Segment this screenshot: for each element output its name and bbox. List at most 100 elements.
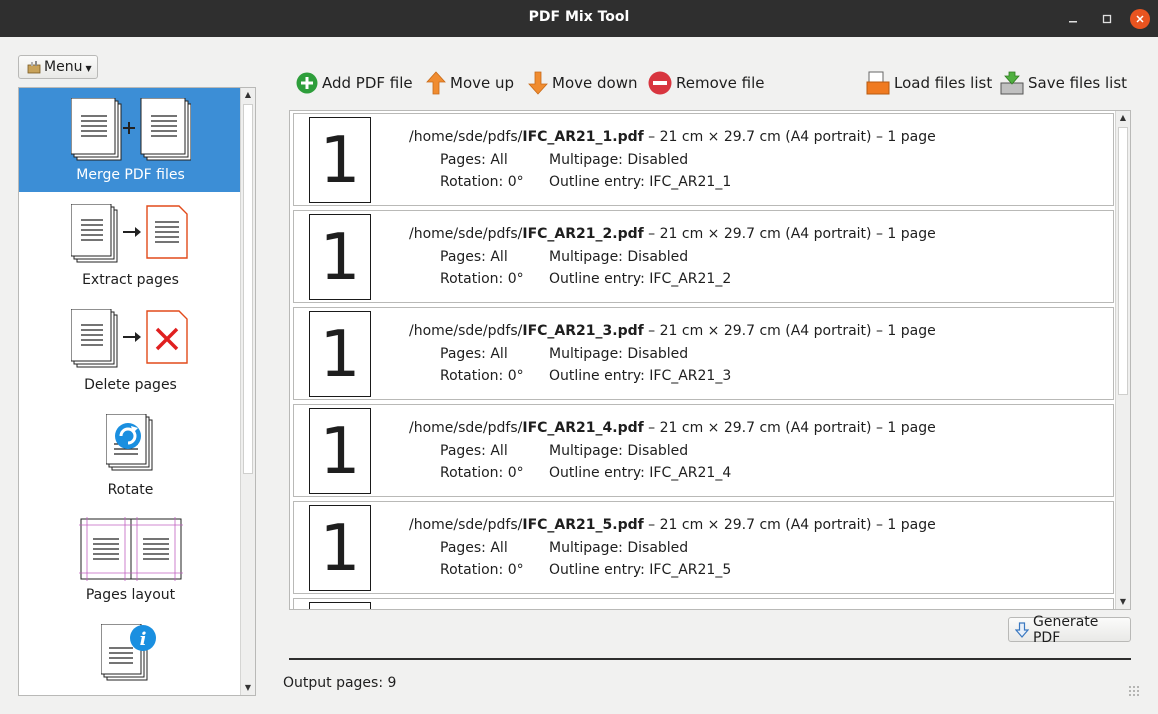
multipage-value: Multipage: Disabled: [549, 443, 689, 459]
save-files-list-button[interactable]: Save files list: [1000, 69, 1127, 97]
pages-value: Pages: All: [440, 540, 508, 556]
sidebar-item-rotate[interactable]: Rotate: [19, 402, 242, 507]
minimize-button[interactable]: [1063, 9, 1083, 29]
list-item[interactable]: 1 /home/sde/pdfs/IFC_AR21_5.pdf – 21 cm …: [293, 501, 1114, 594]
sidebar-item-merge[interactable]: Merge PDF files: [19, 88, 242, 192]
divider: [289, 658, 1131, 660]
page-thumbnail: [309, 602, 371, 609]
list-item[interactable]: [293, 598, 1114, 609]
rotation-value: Rotation: 0°: [440, 562, 524, 578]
move-down-label: Move down: [552, 74, 638, 92]
sidebar-item-label: Extract pages: [82, 272, 179, 288]
page-thumbnail: 1: [309, 311, 371, 397]
file-path: /home/sde/pdfs/IFC_AR21_5.pdf – 21 cm × …: [409, 517, 936, 533]
page-thumbnail: 1: [309, 408, 371, 494]
info-icon: i: [101, 624, 156, 681]
close-icon: [1136, 15, 1144, 23]
sidebar-item-label: Rotate: [107, 482, 154, 498]
pages-value: Pages: All: [440, 249, 508, 265]
save-list-icon: [1000, 71, 1024, 95]
load-files-list-button[interactable]: Load files list: [866, 69, 992, 97]
load-files-list-label: Load files list: [894, 74, 993, 92]
sidebar-item-delete-pages[interactable]: Delete pages: [19, 297, 242, 402]
generate-pdf-button[interactable]: Generate PDF: [1008, 614, 1131, 646]
list-item[interactable]: 1 /home/sde/pdfs/IFC_AR21_3.pdf – 21 cm …: [293, 307, 1114, 400]
move-up-button[interactable]: Move up: [426, 69, 514, 97]
menu-button[interactable]: Menu ▼: [18, 55, 98, 79]
list-item[interactable]: 1 /home/sde/pdfs/IFC_AR21_2.pdf – 21 cm …: [293, 210, 1114, 303]
save-files-list-label: Save files list: [1028, 74, 1128, 92]
remove-file-button[interactable]: Remove file: [648, 69, 764, 97]
rotation-value: Rotation: 0°: [440, 271, 524, 287]
rotation-value: Rotation: 0°: [440, 174, 524, 190]
scroll-up-icon[interactable]: ▲: [241, 88, 255, 102]
page-thumbnail: 1: [309, 505, 371, 591]
sidebar-scrollbar[interactable]: ▲ ▼: [240, 88, 255, 695]
file-list: 1 /home/sde/pdfs/IFC_AR21_1.pdf – 21 cm …: [289, 110, 1131, 610]
extract-pages-icon: [71, 204, 188, 263]
outline-value: Outline entry: IFC_AR21_2: [549, 271, 732, 287]
svg-text:i: i: [140, 629, 147, 650]
list-item[interactable]: 1 /home/sde/pdfs/IFC_AR21_1.pdf – 21 cm …: [293, 113, 1114, 206]
scroll-down-icon[interactable]: ▼: [241, 681, 255, 695]
delete-pages-icon: [71, 309, 188, 368]
list-item[interactable]: 1 /home/sde/pdfs/IFC_AR21_4.pdf – 21 cm …: [293, 404, 1114, 497]
file-list-scrollbar[interactable]: ▲ ▼: [1115, 111, 1130, 609]
output-pages-status: Output pages: 9: [283, 675, 397, 691]
multipage-value: Multipage: Disabled: [549, 152, 689, 168]
remove-file-label: Remove file: [676, 74, 765, 92]
add-pdf-button[interactable]: Add PDF file: [296, 69, 413, 97]
pages-value: Pages: All: [440, 152, 508, 168]
chevron-down-icon: ▼: [85, 63, 92, 73]
file-path: /home/sde/pdfs/IFC_AR21_2.pdf – 21 cm × …: [409, 226, 936, 242]
menu-label: Menu: [44, 59, 83, 75]
scroll-up-icon[interactable]: ▲: [1116, 111, 1130, 125]
move-down-button[interactable]: Move down: [528, 69, 637, 97]
arrow-down-icon: [528, 71, 548, 95]
pages-layout-icon: [79, 517, 183, 581]
load-list-icon: [866, 71, 890, 95]
sidebar-item-label: Delete pages: [84, 377, 177, 393]
multipage-value: Multipage: Disabled: [549, 346, 689, 362]
minimize-icon: [1069, 21, 1077, 23]
maximize-icon: [1102, 14, 1112, 24]
page-thumbnail: 1: [309, 214, 371, 300]
page-thumbnail: 1: [309, 117, 371, 203]
sidebar-item-info[interactable]: i: [19, 612, 242, 695]
merge-icon: [71, 98, 191, 161]
pages-value: Pages: All: [440, 443, 508, 459]
add-icon: [296, 72, 318, 94]
pages-value: Pages: All: [440, 346, 508, 362]
multipage-value: Multipage: Disabled: [549, 249, 689, 265]
close-button[interactable]: [1130, 9, 1150, 29]
outline-value: Outline entry: IFC_AR21_5: [549, 562, 732, 578]
title-bar: PDF Mix Tool: [0, 0, 1158, 37]
outline-value: Outline entry: IFC_AR21_4: [549, 465, 732, 481]
remove-icon: [648, 71, 672, 95]
outline-value: Outline entry: IFC_AR21_1: [549, 174, 732, 190]
outline-value: Outline entry: IFC_AR21_3: [549, 368, 732, 384]
window-title: PDF Mix Tool: [528, 9, 630, 25]
rotation-value: Rotation: 0°: [440, 368, 524, 384]
tool-sidebar: Merge PDF files Extract pages Delete pag: [18, 87, 256, 696]
rotation-value: Rotation: 0°: [440, 465, 524, 481]
main-window: Menu ▼ Merge PDF files Extract pages Del…: [0, 37, 1158, 714]
sidebar-item-label: Merge PDF files: [76, 167, 185, 183]
toolbox-icon: [27, 61, 41, 74]
sidebar-item-pages-layout[interactable]: Pages layout: [19, 507, 242, 612]
scroll-down-icon[interactable]: ▼: [1116, 595, 1130, 609]
sidebar-item-extract-pages[interactable]: Extract pages: [19, 192, 242, 297]
file-path: /home/sde/pdfs/IFC_AR21_1.pdf – 21 cm × …: [409, 129, 936, 145]
resize-grip-icon[interactable]: [1128, 685, 1140, 697]
arrow-up-icon: [426, 71, 446, 95]
scroll-thumb[interactable]: [1118, 127, 1128, 395]
sidebar-item-label: Pages layout: [85, 587, 176, 603]
move-up-label: Move up: [450, 74, 515, 92]
multipage-value: Multipage: Disabled: [549, 540, 689, 556]
scroll-thumb[interactable]: [243, 104, 253, 474]
download-icon: [1015, 621, 1029, 638]
maximize-button[interactable]: [1097, 9, 1117, 29]
file-path: /home/sde/pdfs/IFC_AR21_3.pdf – 21 cm × …: [409, 323, 936, 339]
rotate-icon: [106, 414, 153, 471]
generate-pdf-label: Generate PDF: [1032, 613, 1099, 646]
